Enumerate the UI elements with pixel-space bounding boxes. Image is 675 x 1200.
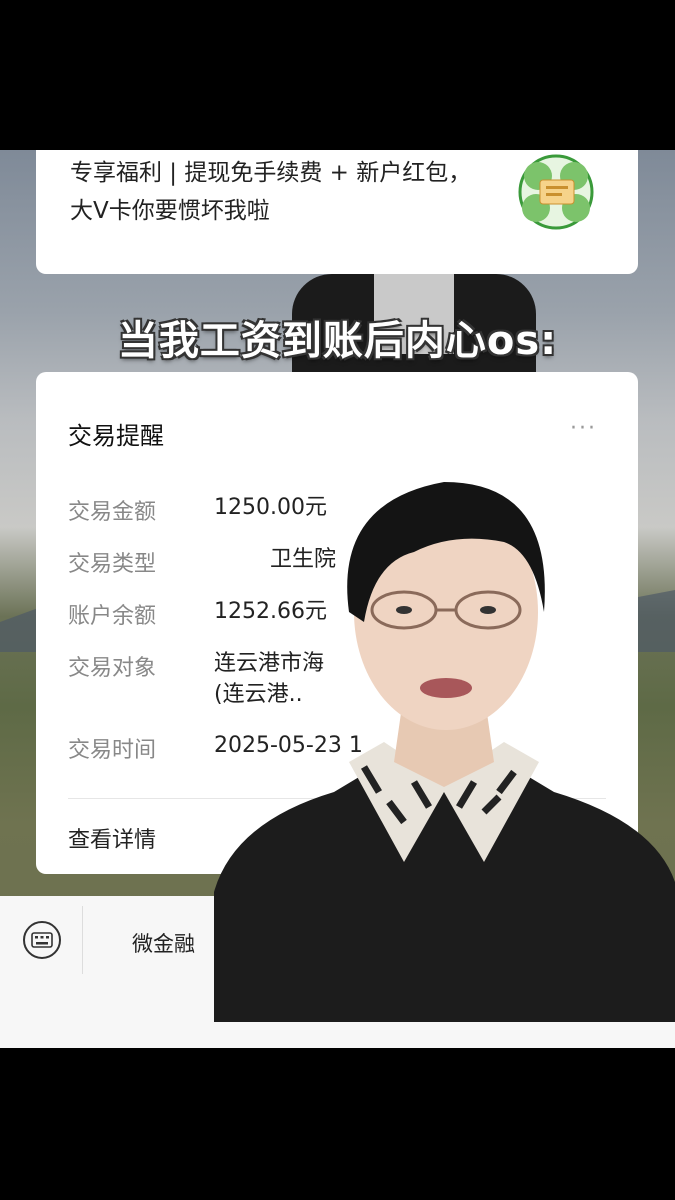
row-label-type: 交易类型 — [68, 552, 157, 577]
card-title: 交易提醒 — [68, 422, 164, 450]
row-label-balance: 账户余额 — [68, 604, 157, 629]
keyboard-icon[interactable] — [22, 920, 62, 960]
row-label-counterparty: 交易对象 — [68, 656, 157, 681]
video-frame: 专享福利 | 提现免手续费 + 新户红包，大V卡你要惯坏我啦 当我工资到账后内心… — [0, 150, 675, 1048]
promo-text: 专享福利 | 提现免手续费 + 新户红包，大V卡你要惯坏我啦 — [70, 160, 472, 224]
more-options-icon[interactable]: ··· — [570, 416, 597, 441]
video-caption: 当我工资到账后内心os: — [117, 318, 558, 364]
promo-card[interactable]: 专享福利 | 提现免手续费 + 新户红包，大V卡你要惯坏我啦 — [36, 150, 638, 274]
presenter-overlay — [214, 482, 675, 1022]
row-label-amount: 交易金额 — [68, 500, 157, 525]
menu-item-micro-finance[interactable]: 微金融 — [132, 928, 195, 958]
bar-divider — [82, 906, 83, 974]
row-label-time: 交易时间 — [68, 738, 157, 763]
clover-gift-icon — [518, 154, 594, 230]
view-details-link[interactable]: 查看详情 — [68, 822, 156, 854]
